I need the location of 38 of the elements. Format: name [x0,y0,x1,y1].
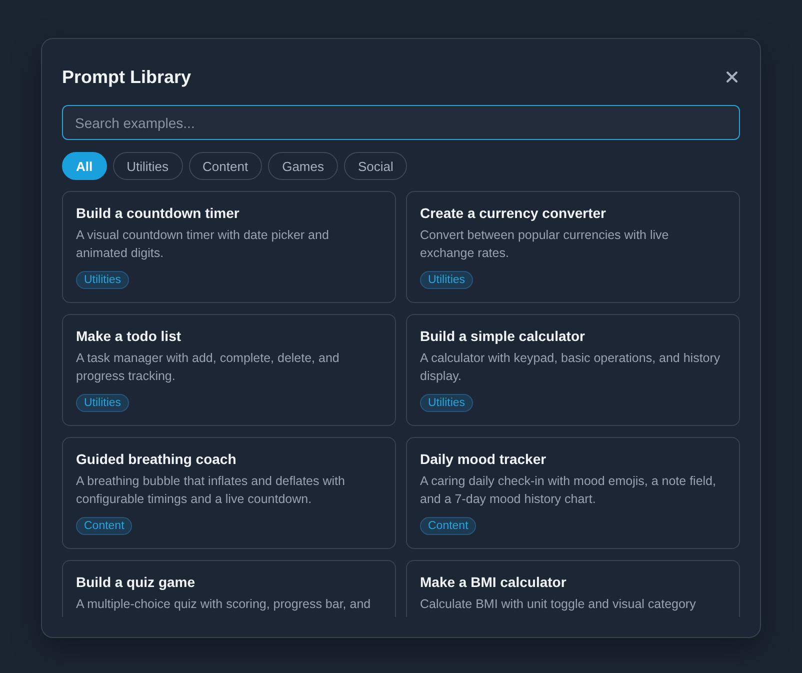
category-tag: Utilities [76,271,130,289]
filter-chip[interactable]: Content [188,152,262,180]
prompt-card[interactable]: Guided breathing coach A breathing bubble that inflates and deflates with configurable timings and a live countdown. Content [62,437,396,549]
card-title: Create a currency converter [420,205,606,221]
card-description: A breathing bubble that inflates and deflates with configurable timings and a live countdown. [76,473,346,508]
prompt-card[interactable]: Make a BMI calculator Calculate BMI with unit toggle and visual category [406,560,740,617]
card-title: Make a todo list [76,328,182,344]
card-description: Calculate BMI with unit toggle and visual category [420,596,696,613]
card-title: Build a simple calculator [420,328,585,344]
prompt-card[interactable]: Daily mood tracker A caring daily check-in with mood emojis, a note field, and a 7-day mood history chart. Content [406,437,740,549]
category-tag: Utilities [420,394,474,412]
card-description: Convert between popular currencies with live exchange rates. [420,227,670,262]
close-button[interactable] [724,69,740,85]
filter-chip[interactable]: Games [268,152,338,180]
dialog-title: Prompt Library [62,66,192,88]
search-field[interactable]: Search examples... [62,105,740,140]
category-tag: Utilities [76,394,130,412]
close-icon [726,71,738,83]
category-tag: Content [76,517,132,535]
category-tag: Utilities [420,271,474,289]
card-title: Guided breathing coach [76,451,236,467]
card-description: A calculator with keypad, basic operations, and history display. [420,350,722,385]
card-description: A multiple-choice quiz with scoring, progress bar, and [76,596,371,613]
prompt-card[interactable]: Build a quiz game A multiple-choice quiz with scoring, progress bar, and [62,560,396,617]
prompt-card[interactable]: Create a currency converter Convert between popular currencies with live exchange rates. Utilities [406,191,740,303]
card-description: A task manager with add, complete, delete, and progress tracking. [76,350,340,385]
card-title: Daily mood tracker [420,451,546,467]
card-title: Build a quiz game [76,574,196,590]
category-tag: Content [420,517,476,535]
filter-chip[interactable]: Social [344,152,408,180]
card-description: A visual countdown timer with date picker and animated digits. [76,227,330,262]
filter-chip[interactable]: Utilities [112,152,183,180]
card-description: A caring daily check-in with mood emojis, a note field, and a 7-day mood history chart. [420,473,717,508]
card-title: Build a countdown timer [76,205,240,221]
prompt-card[interactable]: Build a countdown timer A visual countdown timer with date picker and animated digits. Utilities [62,191,396,303]
prompt-card[interactable]: Build a simple calculator A calculator with keypad, basic operations, and history display. Utilities [406,314,740,426]
prompt-card[interactable]: Make a todo list A task manager with add, complete, delete, and progress tracking. Utilities [62,314,396,426]
card-title: Make a BMI calculator [420,574,566,590]
